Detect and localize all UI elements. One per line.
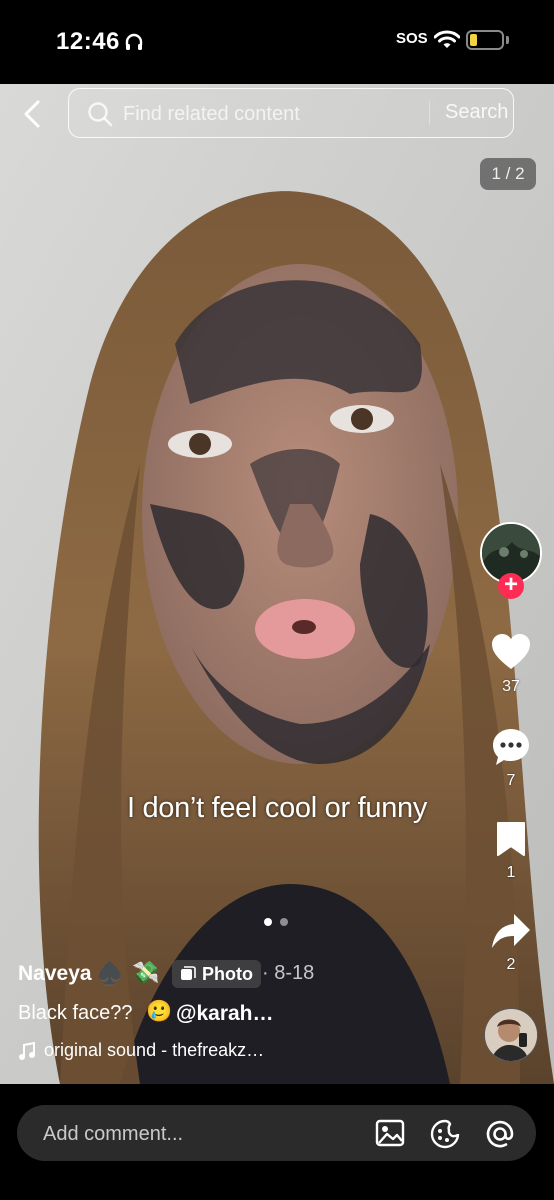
music-note-icon (19, 1042, 35, 1060)
search-icon (88, 102, 113, 127)
spade-emoji: ♠️ (96, 961, 124, 986)
comment-count: 7 (506, 772, 516, 789)
post-photo[interactable] (0, 84, 554, 1084)
status-bar: 12:46 SOS (0, 0, 554, 84)
sound-avatar[interactable] (484, 1008, 538, 1062)
comment-bar[interactable] (17, 1105, 536, 1161)
battery-tip (506, 36, 509, 44)
save-count: 1 (506, 864, 516, 881)
photo-type-label: Photo (202, 963, 253, 984)
photo-page-counter: 1 / 2 (480, 158, 536, 190)
sound-name[interactable]: original sound - thefreakz… (44, 1040, 264, 1061)
carousel-dots (264, 918, 294, 928)
money-emoji: 💸 (132, 960, 160, 985)
carousel-dot-active (264, 918, 272, 926)
at-icon[interactable] (485, 1119, 515, 1149)
photo-illustration (0, 84, 554, 1084)
follow-button[interactable]: + (498, 573, 524, 599)
status-time: 12:46 (56, 28, 120, 55)
sos-indicator: SOS (396, 30, 428, 47)
caption-overlay: I don’t feel cool or funny (126, 792, 428, 824)
wifi-icon (434, 30, 460, 48)
comment-icon[interactable] (490, 726, 532, 768)
back-button[interactable] (16, 96, 48, 132)
share-icon[interactable] (490, 912, 532, 950)
search-bar[interactable]: Search (68, 88, 514, 138)
headphones-icon (125, 33, 143, 50)
mention-link[interactable]: @karah… (176, 1002, 274, 1026)
sound-avatar-image (485, 1009, 537, 1061)
post-date: · 8-18 (262, 962, 315, 984)
like-count: 37 (502, 678, 520, 695)
bookmark-icon[interactable] (495, 820, 527, 858)
heart-icon[interactable] (490, 632, 532, 672)
post-description: Black face?? (18, 1002, 133, 1024)
search-divider (429, 101, 430, 125)
photo-icon (181, 966, 196, 980)
creator-username[interactable]: Naveya (18, 962, 92, 986)
tear-emoji: 🥲 (146, 1000, 173, 1023)
photo-type-badge: Photo (172, 960, 261, 988)
share-count: 2 (506, 956, 516, 973)
image-icon[interactable] (375, 1119, 405, 1147)
tiktok-photo-post-screen: 12:46 SOS Find related content Search 1 … (0, 0, 554, 1200)
comment-input[interactable] (41, 1117, 345, 1151)
battery-icon (466, 30, 504, 50)
search-input[interactable] (121, 97, 425, 131)
carousel-dot (280, 918, 288, 926)
emoji-icon[interactable] (430, 1119, 460, 1149)
search-button[interactable]: Search (445, 101, 508, 124)
